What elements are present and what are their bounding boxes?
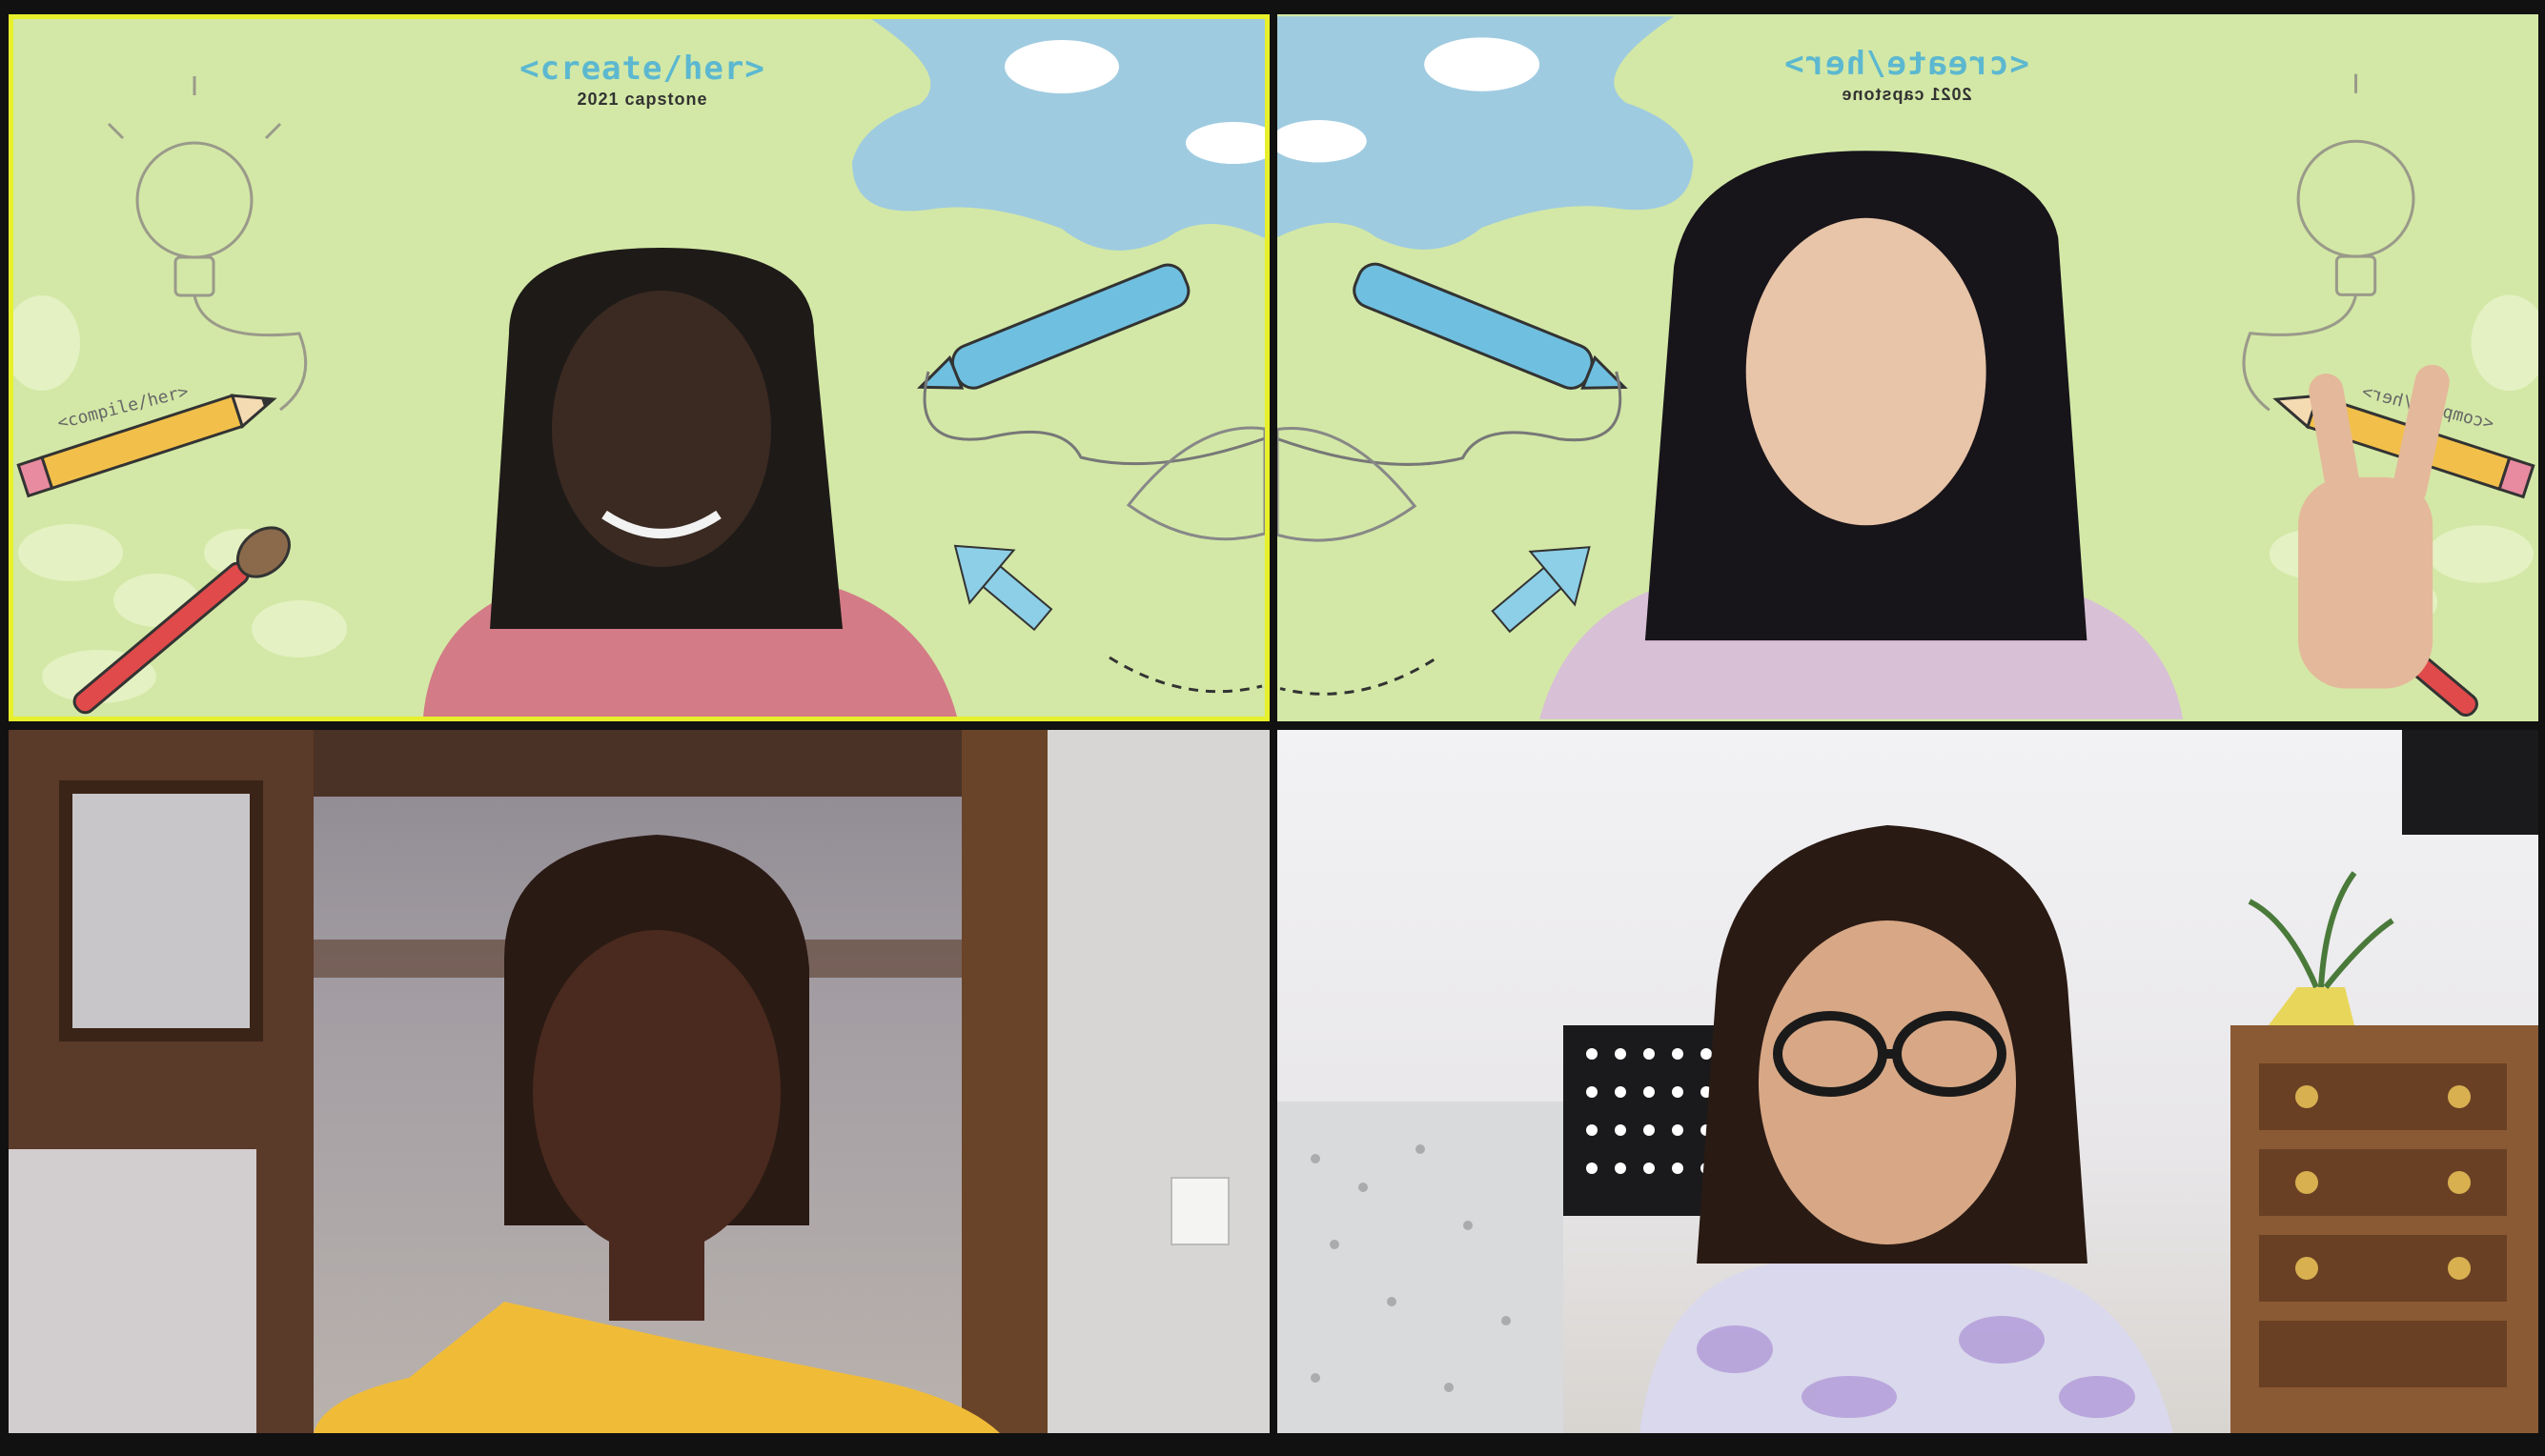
video-tile-participant-2[interactable]: <compile/her> xyxy=(1277,14,2538,721)
lightbulb-icon xyxy=(107,76,308,412)
video-gallery: <compile/her> <create/her> 2021 capstone… xyxy=(0,0,2545,1456)
pen-icon xyxy=(1353,262,1628,390)
participant-video xyxy=(423,248,957,717)
mirrored-video-layer: <compile/her> xyxy=(1277,14,2538,721)
participant-video xyxy=(9,730,1270,1433)
brand-title: <create/her> xyxy=(519,50,765,88)
arrow-icon xyxy=(953,544,1053,632)
video-tile-participant-4[interactable] xyxy=(1277,730,2538,1433)
video-tile-participant-1[interactable]: <compile/her> <create/her> 2021 capstone xyxy=(9,14,1270,721)
brand-subtitle: 2021 capstone xyxy=(577,90,708,109)
plant xyxy=(2248,871,2394,989)
peace-sign-hand xyxy=(2298,364,2450,689)
brand-title: <create/her> xyxy=(1783,45,2029,83)
virtual-background-art: <compile/her> xyxy=(1277,16,2538,719)
participant-video xyxy=(1277,730,2538,1433)
background-brand: <create/her> 2021 capstone xyxy=(452,50,833,110)
pen-icon xyxy=(916,263,1191,390)
plant-pot xyxy=(2269,987,2354,1025)
lightbulb-icon xyxy=(2242,73,2415,412)
brand-subtitle: 2021 capstone xyxy=(1841,85,1972,104)
video-tile-participant-3[interactable] xyxy=(9,730,1270,1433)
participant-video xyxy=(1539,151,2450,719)
virtual-background-art: <compile/her> xyxy=(13,19,1265,717)
background-brand: <create/her> 2021 capstone xyxy=(1716,45,2097,105)
